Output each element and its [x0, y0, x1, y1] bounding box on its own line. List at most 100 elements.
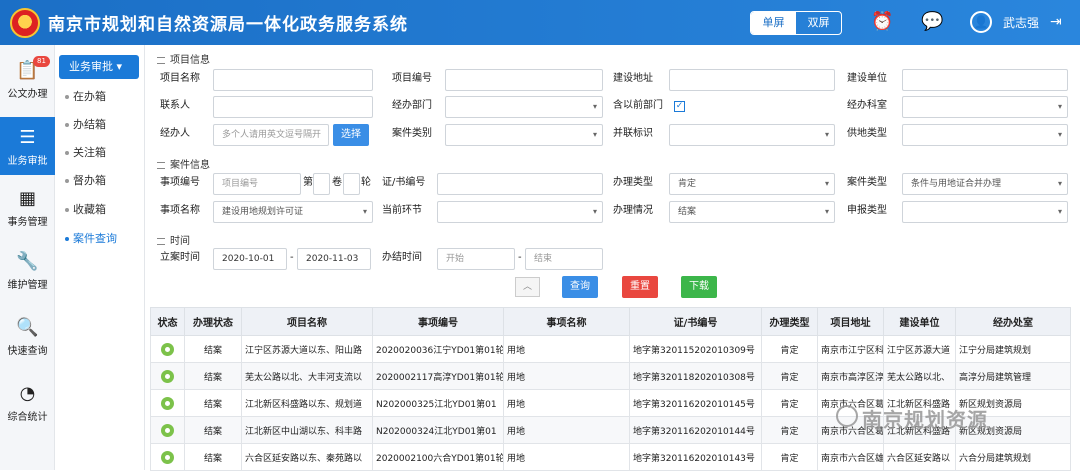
user-avatar-icon[interactable]: 👤: [970, 11, 992, 33]
apply-type-label: 申报类型: [847, 205, 887, 216]
nav-statistics[interactable]: ◔ 综合统计: [0, 373, 55, 431]
section-office-select[interactable]: [902, 96, 1068, 118]
merge-flag-select[interactable]: [669, 124, 835, 146]
subnav-completed[interactable]: 办结箱: [65, 116, 106, 132]
business-approval-dropdown[interactable]: 业务审批 ▾: [59, 55, 139, 79]
col-header[interactable]: 证/书编号: [629, 307, 762, 336]
table-row[interactable]: 结案 六合区延安路以东、秦苑路以 2020002100六合YD01第01轮 用地…: [150, 443, 1071, 471]
apply-type-select[interactable]: [902, 201, 1068, 223]
bullet-icon: [65, 237, 69, 241]
table-cell[interactable]: 江北新区科盛路以东、规划道: [241, 389, 373, 417]
table-cell[interactable]: 江宁区苏源大道以东、阳山路: [241, 335, 373, 363]
screen-mode-toggle: 单屏 双屏: [750, 11, 842, 35]
col-header[interactable]: 项目地址: [817, 307, 884, 336]
col-header[interactable]: 项目名称: [241, 307, 373, 336]
dept-select[interactable]: [445, 96, 603, 118]
case-type-select[interactable]: [445, 124, 603, 146]
contact-input[interactable]: [213, 96, 373, 118]
folder-search-icon: 🔍: [16, 317, 39, 338]
subnav-supervised[interactable]: 督办箱: [65, 172, 106, 188]
col-header[interactable]: 办理状态: [184, 307, 242, 336]
bullet-icon: [65, 208, 69, 212]
wrench-icon: 🔧: [16, 251, 39, 272]
volume-input[interactable]: [313, 173, 330, 195]
round-input[interactable]: [343, 173, 360, 195]
lun-label: 轮: [361, 177, 371, 188]
table-cell: 用地: [503, 335, 630, 363]
case-cat-label: 案件类型: [847, 177, 887, 188]
col-header[interactable]: 经办处室: [955, 307, 1071, 336]
item-no-input[interactable]: 项目编号: [213, 173, 301, 195]
proc-status-select[interactable]: 结案: [669, 201, 835, 223]
logout-icon[interactable]: ⇥: [1050, 12, 1062, 32]
single-screen-button[interactable]: 单屏: [751, 12, 796, 34]
case-results-table: 状态 办理状态 项目名称 事项编号 事项名称 证/书编号 办理类型 项目地址 建…: [150, 307, 1071, 471]
table-cell: 肯定: [761, 389, 818, 417]
proc-type-select[interactable]: 肯定: [669, 173, 835, 195]
project-code-input[interactable]: [445, 69, 603, 91]
table-cell: 结案: [184, 335, 242, 363]
project-name-input[interactable]: [213, 69, 373, 91]
setup-end-date-input[interactable]: 2020-11-03: [297, 248, 371, 270]
nav-document-handling[interactable]: 81 📋 公文办理: [0, 50, 55, 108]
table-cell: 用地: [503, 362, 630, 390]
table-row[interactable]: 结案 江宁区苏源大道以东、阳山路 2020020036江宁YD01第01轮 用地…: [150, 335, 1071, 363]
status-dot-icon: [161, 342, 174, 356]
nav-affairs-management[interactable]: ▦ 事务管理: [0, 178, 55, 236]
alarm-clock-icon[interactable]: ⏰: [871, 12, 893, 32]
subnav-in-progress[interactable]: 在办箱: [65, 88, 106, 104]
handler-input[interactable]: 多个人请用英文逗号隔开: [213, 124, 329, 146]
cert-no-input[interactable]: [437, 173, 603, 195]
nav-label: 公文办理: [7, 89, 48, 100]
table-cell: 地字第320115202010309号: [629, 335, 762, 363]
nav-label: 维护管理: [7, 280, 48, 291]
table-cell[interactable]: 江北新区中山湖以东、科丰路: [241, 416, 373, 444]
finish-end-date-input[interactable]: 结束: [525, 248, 603, 270]
handler-select-button[interactable]: 选择: [333, 124, 369, 146]
item-no-label: 事项编号: [160, 177, 200, 188]
col-header[interactable]: 状态: [150, 307, 185, 336]
table-header-row: 状态 办理状态 项目名称 事项编号 事项名称 证/书编号 办理类型 项目地址 建…: [150, 307, 1071, 336]
land-type-select[interactable]: [902, 124, 1068, 146]
col-header[interactable]: 建设单位: [883, 307, 956, 336]
subnav-favorites[interactable]: 收藏箱: [65, 201, 106, 217]
col-header[interactable]: 事项编号: [372, 307, 504, 336]
reset-button[interactable]: 重置: [622, 276, 658, 298]
table-cell[interactable]: 芜太公路以北、大丰河支流以: [241, 362, 373, 390]
double-screen-button[interactable]: 双屏: [796, 12, 841, 34]
proc-status-value: 结案: [678, 207, 697, 217]
status-cell: [150, 389, 185, 417]
table-cell: 肯定: [761, 335, 818, 363]
query-button[interactable]: 查询: [562, 276, 598, 298]
finish-start-date-input[interactable]: 开始: [437, 248, 515, 270]
col-header[interactable]: 办理类型: [761, 307, 818, 336]
prev-dept-checkbox[interactable]: ✓: [674, 101, 685, 112]
current-step-select[interactable]: [437, 201, 603, 223]
col-header[interactable]: 事项名称: [503, 307, 630, 336]
nav-quick-query[interactable]: 🔍 快速查询: [0, 307, 55, 365]
table-cell: 地字第320118202010308号: [629, 362, 762, 390]
status-cell: [150, 362, 185, 390]
download-button[interactable]: 下载: [681, 276, 717, 298]
item-name-select[interactable]: 建设用地规划许可证: [213, 201, 373, 223]
build-address-input[interactable]: [669, 69, 835, 91]
case-cat-select[interactable]: 条件与用地证合并办理: [902, 173, 1068, 195]
table-cell: 2020020036江宁YD01第01轮: [372, 335, 504, 363]
table-cell: 结案: [184, 389, 242, 417]
subnav-watched[interactable]: 关注箱: [65, 144, 106, 160]
user-name[interactable]: 武志强: [1003, 14, 1039, 31]
setup-start-date-input[interactable]: 2020-10-01: [213, 248, 287, 270]
collapse-filters-button[interactable]: ︿: [515, 277, 540, 297]
nav-business-approval[interactable]: ☰ 业务审批: [0, 117, 55, 175]
subnav-label: 在办箱: [73, 90, 106, 103]
nav-label: 业务审批: [7, 156, 48, 167]
calendar-check-icon: ▦: [18, 188, 36, 209]
nav-maintenance[interactable]: 🔧 维护管理: [0, 241, 55, 299]
message-icon[interactable]: 💬: [921, 12, 943, 32]
approval-stack-icon: ☰: [19, 127, 36, 148]
table-row[interactable]: 结案 芜太公路以北、大丰河支流以 2020002117高淳YD01第01轮 用地…: [150, 362, 1071, 390]
section-office-label: 经办科室: [847, 100, 887, 111]
subnav-case-query[interactable]: 案件查询: [65, 230, 117, 246]
table-cell[interactable]: 六合区延安路以东、秦苑路以: [241, 443, 373, 471]
build-unit-input[interactable]: [902, 69, 1068, 91]
